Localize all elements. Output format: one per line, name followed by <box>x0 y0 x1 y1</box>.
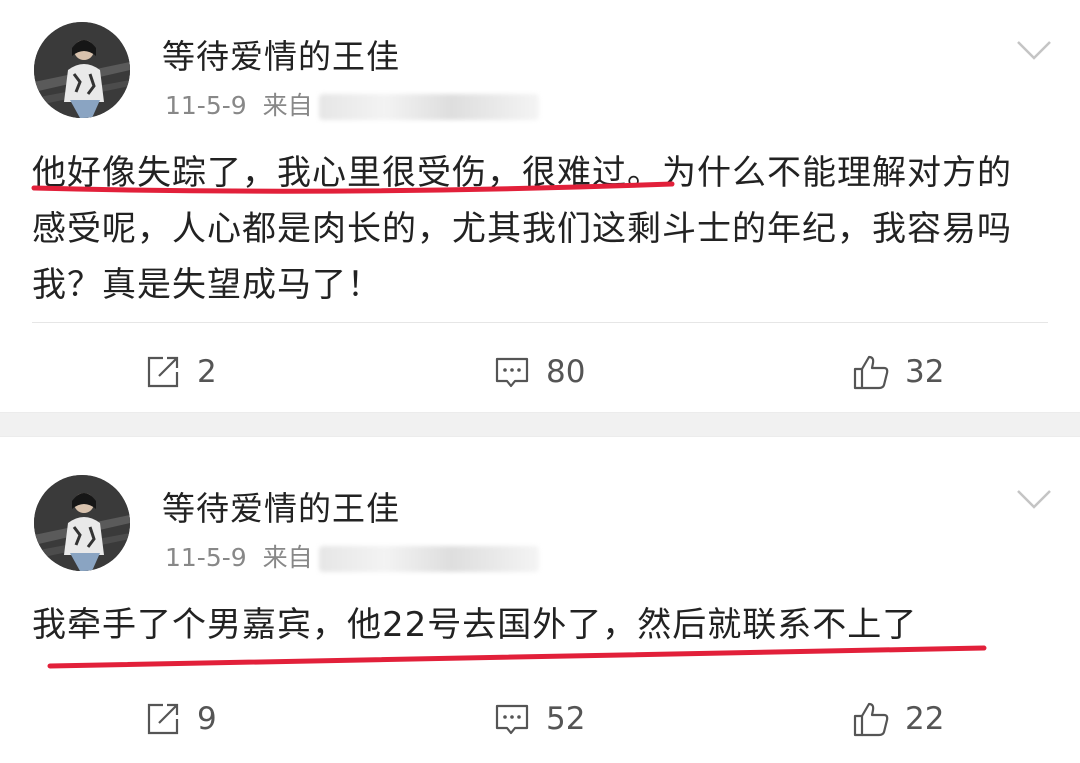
avatar[interactable] <box>34 22 130 118</box>
post-content: 他好像失踪了，我心里很受伤，很难过。为什么不能理解对方的感受呢，人心都是肉长的，… <box>32 153 1012 305</box>
repost-count: 9 <box>197 701 217 737</box>
like-button[interactable]: 32 <box>851 342 944 402</box>
username[interactable]: 等待爱情的王佳 <box>162 30 400 78</box>
repost-button[interactable]: 2 <box>143 342 217 402</box>
like-icon <box>853 355 889 390</box>
comment-icon <box>495 357 529 388</box>
source-prefix: 来自 <box>262 543 313 572</box>
repost-icon <box>147 703 179 735</box>
divider <box>32 322 1048 323</box>
like-icon <box>853 702 889 737</box>
source-blurred <box>318 546 539 572</box>
post-card-1: 等待爱情的王佳 11-5-9 来自 他好像失踪了，我心里很受伤，很难过。为什么不能… <box>0 0 1080 412</box>
comment-count: 80 <box>546 354 586 390</box>
repost-count: 2 <box>197 354 217 390</box>
username[interactable]: 等待爱情的王佳 <box>162 482 400 530</box>
comment-button[interactable]: 52 <box>492 689 585 749</box>
source-blurred <box>318 94 539 120</box>
avatar[interactable] <box>34 475 130 571</box>
post-meta: 11-5-9 来自 <box>165 538 539 574</box>
chevron-down-icon[interactable] <box>1016 38 1052 62</box>
action-bar: 2 80 32 <box>0 342 1080 402</box>
repost-icon <box>147 356 179 388</box>
source-prefix: 来自 <box>262 91 313 120</box>
comment-count: 52 <box>546 701 586 737</box>
like-count: 22 <box>905 701 945 737</box>
post-card-2: 等待爱情的王佳 11-5-9 来自 我牵手了个男嘉宾，他22号去国外了，然后就联系… <box>0 437 1080 763</box>
like-count: 32 <box>905 354 945 390</box>
post-content: 我牵手了个男嘉宾，他22号去国外了，然后就联系不上了 <box>32 605 918 645</box>
like-button[interactable]: 22 <box>851 689 944 749</box>
comment-icon <box>495 704 529 735</box>
post-date: 11-5-9 <box>165 543 247 572</box>
repost-button[interactable]: 9 <box>143 689 217 749</box>
post-separator <box>0 412 1080 437</box>
chevron-down-icon[interactable] <box>1016 487 1052 511</box>
comment-button[interactable]: 80 <box>492 342 585 402</box>
post-date: 11-5-9 <box>165 91 247 120</box>
post-meta: 11-5-9 来自 <box>165 86 539 122</box>
action-bar: 9 52 22 <box>0 689 1080 749</box>
